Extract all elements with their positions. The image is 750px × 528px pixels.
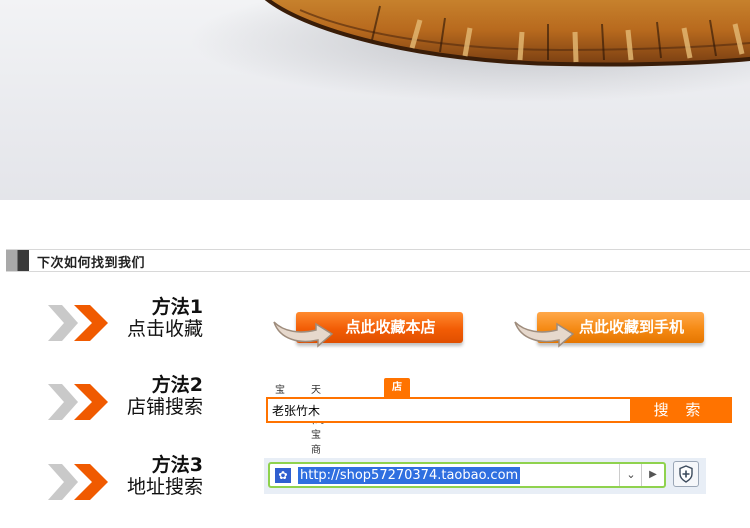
search-input[interactable] [270, 401, 632, 419]
address-bar[interactable]: ✿ http://shop57270374.taobao.com ⌄ ▶ [268, 462, 666, 488]
go-arrow-icon[interactable]: ▶ [641, 464, 664, 486]
curved-arrow-icon [514, 321, 575, 348]
method-1-desc: 点击收藏 [126, 318, 203, 340]
bamboo-basket-image [190, 0, 750, 102]
tab-shop[interactable]: 店铺 [384, 378, 410, 412]
method-1-title: 方法1 [151, 296, 203, 318]
shield-icon-graphic [679, 465, 693, 483]
favorite-phone-button[interactable]: 点此收藏到手机 [511, 312, 704, 348]
header-marker [6, 250, 29, 271]
product-photo [0, 0, 750, 200]
method-3-title: 方法3 [151, 454, 203, 476]
section-title: 下次如何找到我们 [37, 256, 146, 271]
search-button[interactable]: 搜 索 [630, 399, 730, 421]
method-2-title: 方法2 [151, 374, 203, 396]
favorite-shop-button[interactable]: 点此收藏本店 [270, 312, 463, 348]
method-2-desc: 店铺搜索 [126, 396, 203, 418]
section-header: 下次如何找到我们 [6, 249, 750, 272]
address-url[interactable]: http://shop57270374.taobao.com [298, 467, 521, 484]
paw-icon: ✿ [275, 468, 291, 483]
shop-search-box: 搜 索 [266, 397, 732, 423]
browser-address-area: ✿ http://shop57270374.taobao.com ⌄ ▶ [264, 458, 706, 494]
method-3-desc: 地址搜索 [126, 476, 203, 498]
shield-icon[interactable] [673, 461, 699, 487]
chevron-down-icon[interactable]: ⌄ [619, 464, 642, 486]
curved-arrow-icon [273, 321, 334, 348]
